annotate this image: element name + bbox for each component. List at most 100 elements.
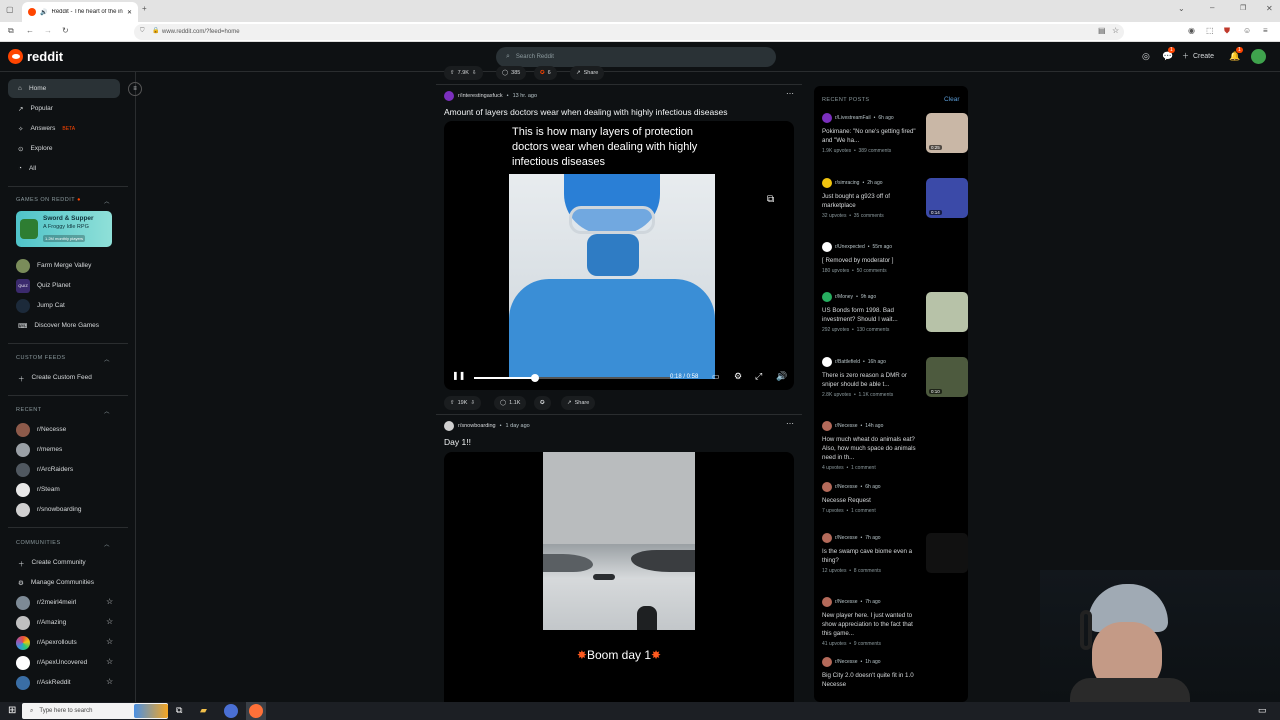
create-custom-feed-button[interactable]: ＋ Create Custom Feed (8, 368, 120, 387)
post-title[interactable]: Day 1!! (444, 437, 471, 447)
recent-post-title[interactable]: Is the swamp cave biome even a thing? (822, 547, 916, 565)
volume-icon[interactable]: 🔊 (776, 371, 787, 382)
subreddit-link[interactable]: r/interestingasfuck (458, 93, 503, 99)
browser-tab[interactable]: 🔊 Reddit - The heart of the in ✕ (22, 2, 138, 22)
upvote-icon[interactable]: ⇧ (450, 70, 455, 76)
notification-center-icon[interactable]: ▭ (1258, 705, 1267, 716)
extension-icon[interactable]: ◉ (1188, 26, 1195, 35)
recent-post-title[interactable]: US Bonds form 1998. Bad investment? Shou… (822, 306, 916, 324)
recent-post-thumbnail[interactable] (926, 292, 968, 332)
community-item[interactable]: r/Apexrollouts ☆ (8, 633, 120, 652)
subreddit-name[interactable]: r/Battlefield (835, 359, 860, 365)
vote-buttons[interactable]: ⇧ 19K ⇩ (444, 396, 482, 410)
favorite-star-icon[interactable]: ☆ (106, 677, 113, 686)
post-options-icon[interactable]: ⋯ (786, 419, 794, 428)
clear-button[interactable]: Clear (944, 96, 960, 103)
user-avatar[interactable] (1251, 49, 1266, 64)
recent-item-steam[interactable]: r/Steam (8, 480, 120, 499)
custom-feeds-header[interactable]: CUSTOM FEEDS ︿ (16, 355, 110, 363)
award-button[interactable]: ✪ (534, 396, 551, 410)
recent-post-title[interactable]: There is zero reason a DMR or sniper sho… (822, 371, 916, 389)
recent-post-item[interactable]: r/LivestreamFail • 6h ago Pokimane: "No one… (822, 113, 968, 154)
account-icon[interactable]: ☺ (1243, 26, 1251, 35)
subreddit-name[interactable]: r/Necesse (835, 423, 858, 429)
forward-icon[interactable]: → (44, 26, 52, 35)
fullscreen-icon[interactable]: ⤢ (755, 371, 762, 382)
sidebar-item-all[interactable]: ◔ All (8, 159, 120, 178)
post-options-icon[interactable]: ⋯ (786, 89, 794, 98)
windows-start-icon[interactable]: ⊞ (8, 705, 16, 716)
sidebar-item-answers[interactable]: ✧ Answers BETA (8, 119, 120, 138)
favorite-star-icon[interactable]: ☆ (106, 597, 113, 606)
advertise-icon[interactable]: ◎ (1142, 51, 1150, 62)
taskbar-search-input[interactable]: ⌕ Type here to search (22, 703, 168, 719)
search-input[interactable]: ⌕ Search Reddit (496, 47, 776, 67)
recent-post-title[interactable]: How much wheat do animals eat? Also, how… (822, 435, 916, 462)
recent-post-item[interactable]: r/Necesse • 7h ago Is the swamp cave biome … (822, 533, 968, 574)
create-button[interactable]: ＋ Create (1182, 51, 1214, 61)
recent-post-title[interactable]: New player here. I just wanted to show a… (822, 611, 916, 638)
subreddit-name[interactable]: r/simracing (835, 180, 859, 186)
reddit-logo[interactable]: reddit (8, 49, 63, 64)
recent-post-item[interactable]: r/Necesse • 14h ago How much wheat do anima… (822, 421, 962, 471)
subreddit-name[interactable]: r/Necesse (835, 659, 858, 665)
audio-icon[interactable]: 🔊 (40, 9, 47, 16)
downvote-icon[interactable]: ⇩ (470, 400, 475, 406)
maximize-icon[interactable]: ❐ (1240, 4, 1246, 12)
collapse-sidebar-icon[interactable]: ≡ (128, 82, 142, 96)
lock-icon[interactable]: 🔒 (152, 27, 159, 34)
tab-actions-icon[interactable]: ⧉ (8, 26, 14, 36)
video-scrubber-handle[interactable] (530, 374, 539, 382)
new-tab-icon[interactable]: + (142, 4, 147, 13)
game-item-discover[interactable]: ⌨ Discover More Games (8, 316, 120, 335)
captions-icon[interactable]: ▭ (712, 372, 720, 381)
recent-item-necesse[interactable]: r/Necesse (8, 420, 120, 439)
picture-in-picture-icon[interactable]: ⧉ (767, 194, 774, 205)
recent-post-item[interactable]: r/Necesse • 7h ago New player here. I just … (822, 597, 962, 647)
recent-post-item[interactable]: r/simracing • 2h ago Just bought a g923 off… (822, 178, 968, 219)
recent-post-item[interactable]: r/Necesse • 1h ago Big City 2.0 doesn't qui… (822, 657, 962, 689)
settings-gear-icon[interactable]: ⚙ (734, 371, 742, 382)
recent-post-item[interactable]: r/Battlefield • 16h ago There is zero reaso… (822, 357, 968, 398)
recent-post-title[interactable]: Big City 2.0 doesn't quite fit in 1.0 Ne… (822, 671, 916, 689)
video-player[interactable]: This is how many layers of protection do… (444, 121, 794, 390)
create-community-button[interactable]: ＋ Create Community (8, 553, 120, 572)
recent-post-thumbnail[interactable] (926, 533, 968, 573)
recent-item-snowboarding[interactable]: r/snowboarding (8, 500, 120, 519)
pause-icon[interactable]: ❚❚ (452, 371, 465, 380)
bookmark-star-icon[interactable]: ☆ (1112, 26, 1119, 35)
recent-post-item[interactable]: r/Unexpected • 55m ago [ Removed by moderat… (822, 242, 962, 274)
video-player[interactable]: ✸Boom day 1✸ (444, 452, 794, 702)
menu-icon[interactable]: ≡ (1263, 26, 1268, 35)
video-progress-track[interactable] (474, 374, 670, 382)
sidebar-item-popular[interactable]: ↗ Popular (8, 99, 120, 118)
file-explorer-icon[interactable]: ▰ (200, 705, 207, 716)
back-icon[interactable]: ← (26, 26, 34, 35)
tab-list-icon[interactable]: ⌄ (1178, 4, 1185, 13)
url-field[interactable]: ⛉ 🔒 www.reddit.com/?feed=home (134, 24, 1124, 40)
games-section-header[interactable]: GAMES ON REDDIT ● ︿ (16, 197, 110, 205)
game-item-farm-merge-valley[interactable]: Farm Merge Valley (8, 256, 120, 275)
subreddit-name[interactable]: r/Necesse (835, 484, 858, 490)
recent-post-thumbnail[interactable]: 0:10 (926, 357, 968, 397)
recent-post-item[interactable]: r/Necesse • 6h ago Necesse Request 7 upvotes… (822, 482, 962, 514)
discord-icon[interactable] (224, 704, 238, 718)
recent-post-title[interactable]: [ Removed by moderator ] (822, 256, 916, 265)
downvote-icon[interactable]: ⇩ (472, 70, 477, 76)
game-banner[interactable]: Sword & Supper A Froggy Idle RPG 1.2M mo… (16, 211, 112, 247)
recent-item-arcraiders[interactable]: r/ArcRaiders (8, 460, 120, 479)
close-tab-icon[interactable]: ✕ (127, 9, 132, 16)
upvote-icon[interactable]: ⇧ (450, 400, 455, 406)
ublock-icon[interactable]: ⛊ (1224, 26, 1230, 36)
post-title[interactable]: Amount of layers doctors wear when deali… (444, 107, 727, 117)
comments-button[interactable]: ◯ 1.1K (494, 396, 527, 410)
subreddit-link[interactable]: r/snowboarding (458, 423, 496, 429)
favorite-star-icon[interactable]: ☆ (106, 617, 113, 626)
communities-section-header[interactable]: COMMUNITIES ︿ (16, 540, 110, 548)
recent-item-memes[interactable]: r/memes (8, 440, 120, 459)
favorite-star-icon[interactable]: ☆ (106, 657, 113, 666)
recent-post-title[interactable]: Necesse Request (822, 496, 916, 505)
game-item-quiz-planet[interactable]: QUIZ Quiz Planet (8, 276, 120, 295)
reader-view-icon[interactable]: ▤ (1098, 26, 1106, 35)
recent-post-title[interactable]: Pokimane: "No one's getting fired" and "… (822, 127, 916, 145)
